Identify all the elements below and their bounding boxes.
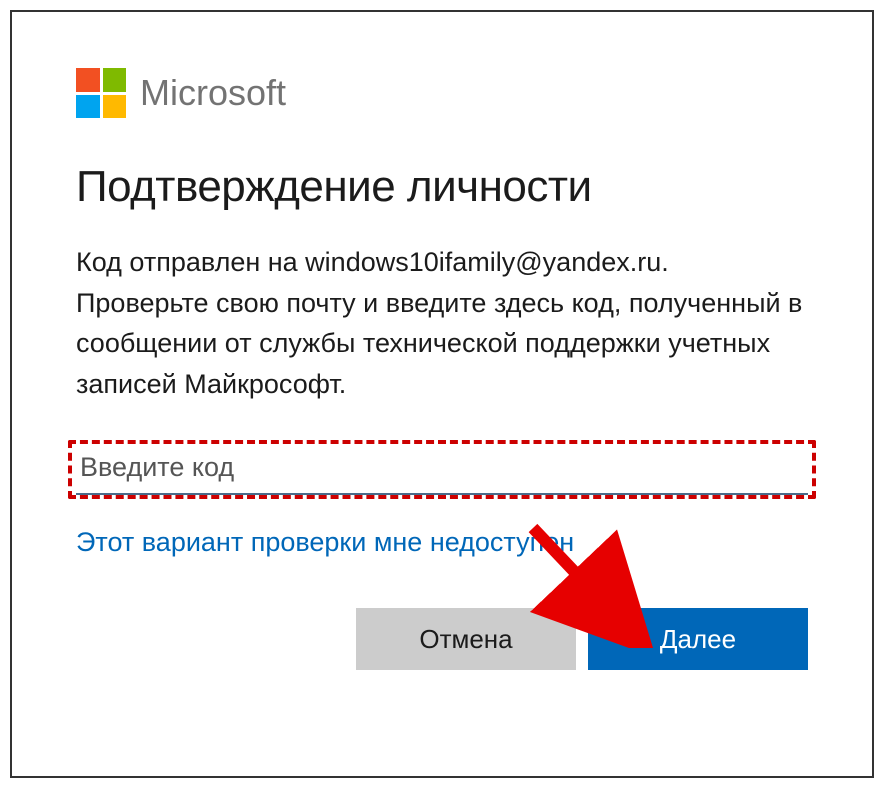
- code-input-container: [76, 446, 808, 495]
- instruction-text: Код отправлен на windows10ifamily@yandex…: [76, 242, 808, 404]
- brand-name: Microsoft: [140, 72, 286, 114]
- button-row: Отмена Далее: [76, 608, 808, 670]
- identity-verification-dialog: Microsoft Подтверждение личности Код отп…: [10, 10, 874, 778]
- microsoft-logo-icon: [76, 68, 126, 118]
- next-button[interactable]: Далее: [588, 608, 808, 670]
- brand-header: Microsoft: [76, 68, 808, 118]
- cancel-button[interactable]: Отмена: [356, 608, 576, 670]
- page-title: Подтверждение личности: [76, 162, 808, 212]
- alternative-verification-link[interactable]: Этот вариант проверки мне недоступен: [76, 527, 574, 558]
- code-input[interactable]: [76, 446, 808, 495]
